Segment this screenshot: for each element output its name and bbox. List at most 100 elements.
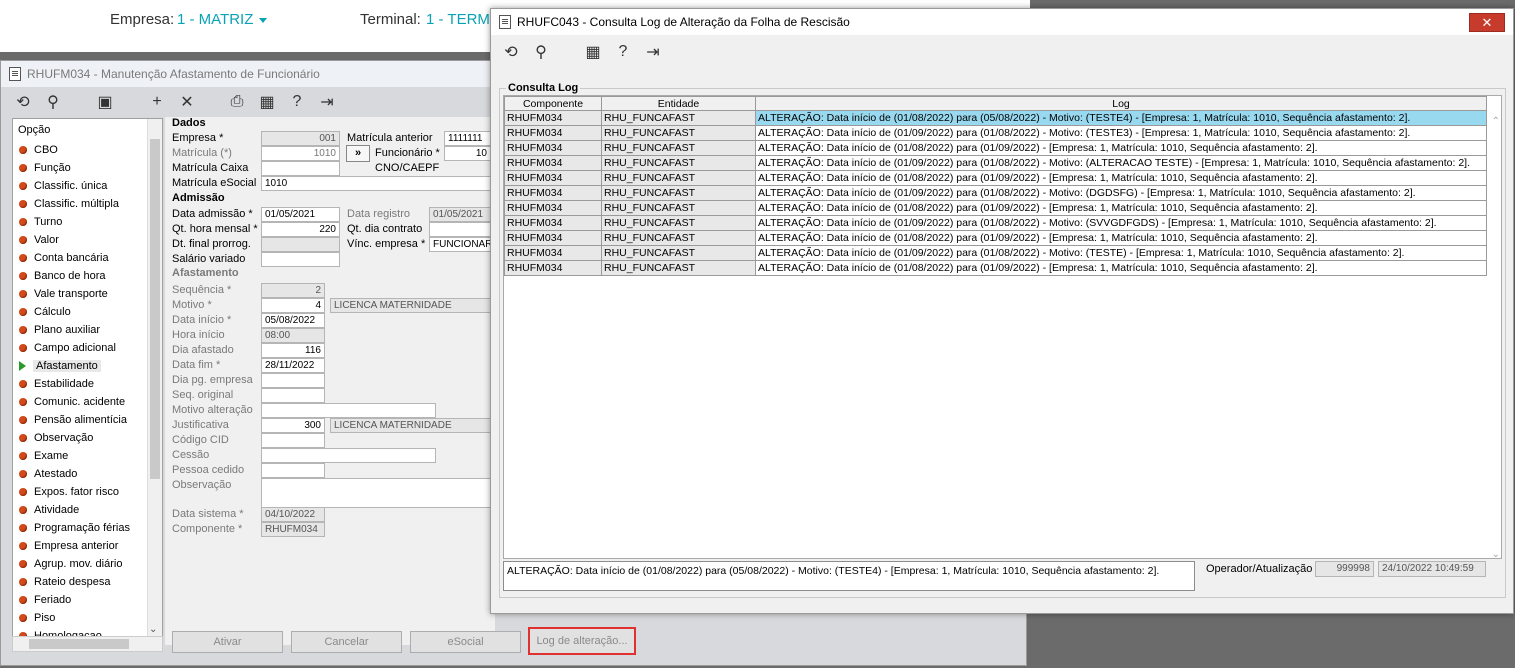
menu-item[interactable]: Classific. única	[13, 177, 162, 195]
add-icon[interactable]: +	[147, 93, 167, 111]
search-icon[interactable]: ⚲	[43, 92, 63, 112]
menu-item[interactable]: Turno	[13, 213, 162, 231]
table-row[interactable]: RHUFM034 RHU_FUNCAFAST ALTERAÇÃO: Data iní…	[504, 200, 1487, 216]
funcionario-field[interactable]: 10	[444, 146, 491, 161]
menu-scrollbar[interactable]: ⌄	[147, 119, 162, 637]
atualizacao-field[interactable]: 24/10/2022 10:49:59	[1378, 561, 1486, 577]
menu-item[interactable]: Afastamento	[13, 357, 162, 375]
menu-item[interactable]: Programação férias	[13, 519, 162, 537]
menu-item[interactable]: CBO	[13, 141, 162, 159]
vinc-field[interactable]: FUNCIONAR	[429, 237, 491, 252]
empresa-field[interactable]: 001	[261, 131, 340, 146]
matricula-field[interactable]: 1010	[261, 146, 340, 161]
refresh-icon[interactable]: ⟲	[13, 92, 33, 112]
help-icon[interactable]: ?	[613, 43, 633, 61]
calendar-icon[interactable]: ▦	[583, 42, 603, 62]
menu-item[interactable]: Função	[13, 159, 162, 177]
table-row[interactable]: RHUFM034 RHU_FUNCAFAST ALTERAÇÃO: Data iní…	[504, 215, 1487, 231]
menu-item[interactable]: Rateio despesa	[13, 573, 162, 591]
dia-pg-field[interactable]	[261, 373, 325, 388]
print-icon[interactable]: ⎙	[227, 93, 247, 111]
dia-afastado-field[interactable]: 116	[261, 343, 325, 358]
exit-icon[interactable]: ⇥	[317, 92, 337, 112]
menu-item[interactable]: Feriado	[13, 591, 162, 609]
esocial-button[interactable]: eSocial	[410, 631, 521, 653]
menu-item[interactable]: Vale transporte	[13, 285, 162, 303]
help-icon[interactable]: ?	[287, 93, 307, 111]
calendar-icon[interactable]: ▦	[257, 92, 277, 112]
componente-field[interactable]: RHUFM034	[261, 522, 325, 537]
table-row[interactable]: RHUFM034 RHU_FUNCAFAST ALTERAÇÃO: Data iní…	[504, 125, 1487, 141]
menu-item[interactable]: Exame	[13, 447, 162, 465]
motivo-field[interactable]: 4	[261, 298, 325, 313]
hora-inicio-field[interactable]: 08:00	[261, 328, 325, 343]
data-sistema-field[interactable]: 04/10/2022	[261, 507, 325, 522]
operador-field[interactable]: 999998	[1315, 561, 1374, 577]
table-row[interactable]: RHUFM034 RHU_FUNCAFAST ALTERAÇÃO: Data iní…	[504, 260, 1487, 276]
data-fim-field[interactable]: 28/11/2022	[261, 358, 325, 373]
menu-item[interactable]: Valor	[13, 231, 162, 249]
table-row[interactable]: RHUFM034 RHU_FUNCAFAST ALTERAÇÃO: Data iní…	[504, 185, 1487, 201]
menu-item[interactable]: Expos. fator risco	[13, 483, 162, 501]
data-admissao-field[interactable]: 01/05/2021	[261, 207, 340, 222]
qt-dia-field[interactable]	[429, 222, 491, 237]
column-header[interactable]: Entidade	[601, 96, 756, 111]
dt-final-field[interactable]	[261, 237, 340, 252]
justificativa-desc-field[interactable]: LICENCA MATERNIDADE	[330, 418, 491, 433]
matricula-caixa-field[interactable]	[261, 161, 340, 176]
salario-field[interactable]	[261, 252, 340, 267]
funcionario-lookup-button[interactable]: »	[346, 145, 370, 162]
save-icon[interactable]: ▣	[95, 92, 115, 112]
menu-item[interactable]: Estabilidade	[13, 375, 162, 393]
matricula-esocial-field[interactable]: 1010	[261, 176, 491, 191]
motivo-alt-field[interactable]	[261, 403, 436, 418]
sequencia-field[interactable]: 2	[261, 283, 325, 298]
table-row[interactable]: RHUFM034 RHU_FUNCAFAST ALTERAÇÃO: Data iní…	[504, 230, 1487, 246]
menu-item[interactable]: Cálculo	[13, 303, 162, 321]
justificativa-field[interactable]: 300	[261, 418, 325, 433]
scroll-down-icon[interactable]: ⌄	[149, 624, 157, 635]
menu-item[interactable]: Campo adicional	[13, 339, 162, 357]
table-row[interactable]: RHUFM034 RHU_FUNCAFAST ALTERAÇÃO: Data iní…	[504, 110, 1487, 126]
matricula-anterior-field[interactable]: 1111111	[444, 131, 491, 146]
exit-icon[interactable]: ⇥	[643, 42, 663, 62]
menu-hscroll-thumb[interactable]	[29, 639, 129, 649]
menu-hscrollbar[interactable]	[12, 636, 163, 652]
column-header[interactable]: Componente	[504, 96, 602, 111]
ativar-button[interactable]: Ativar	[172, 631, 283, 653]
refresh-icon[interactable]: ⟲	[501, 42, 521, 62]
close-button[interactable]: ✕	[1469, 13, 1505, 32]
menu-item[interactable]: Classific. múltipla	[13, 195, 162, 213]
menu-item[interactable]: Conta bancária	[13, 249, 162, 267]
table-row[interactable]: RHUFM034 RHU_FUNCAFAST ALTERAÇÃO: Data iní…	[504, 170, 1487, 186]
table-row[interactable]: RHUFM034 RHU_FUNCAFAST ALTERAÇÃO: Data iní…	[504, 245, 1487, 261]
data-inicio-field[interactable]: 05/08/2022	[261, 313, 325, 328]
menu-item[interactable]: Banco de hora	[13, 267, 162, 285]
menu-item[interactable]: Atividade	[13, 501, 162, 519]
close-x-icon[interactable]: ✕	[177, 92, 197, 112]
menu-item[interactable]: Empresa anterior	[13, 537, 162, 555]
menu-item[interactable]: Atestado	[13, 465, 162, 483]
menu-item[interactable]: Observação	[13, 429, 162, 447]
table-row[interactable]: RHUFM034 RHU_FUNCAFAST ALTERAÇÃO: Data iní…	[504, 140, 1487, 156]
motivo-desc-field[interactable]: LICENCA MATERNIDADE	[330, 298, 491, 313]
pessoa-cedido-field[interactable]	[261, 463, 325, 478]
log-detail-text[interactable]: ALTERAÇÃO: Data início de (01/08/2022) p…	[503, 561, 1195, 591]
search-icon[interactable]: ⚲	[531, 42, 551, 62]
menu-item[interactable]: Plano auxiliar	[13, 321, 162, 339]
terminal-selector[interactable]: 1 - TERM	[426, 11, 490, 28]
menu-item[interactable]: Pensão alimentícia	[13, 411, 162, 429]
menu-item[interactable]: Agrup. mov. diário	[13, 555, 162, 573]
chevron-down-icon[interactable]	[259, 18, 267, 23]
menu-scroll-thumb[interactable]	[150, 139, 160, 479]
qt-hora-field[interactable]: 220	[261, 222, 340, 237]
cancelar-button[interactable]: Cancelar	[291, 631, 402, 653]
table-row[interactable]: RHUFM034 RHU_FUNCAFAST ALTERAÇÃO: Data iní…	[504, 155, 1487, 171]
menu-item[interactable]: Comunic. acidente	[13, 393, 162, 411]
empresa-selector[interactable]: 1 - MATRIZ	[177, 11, 253, 28]
scroll-down-icon[interactable]: ⌄	[1492, 549, 1500, 558]
log-alteracao-button[interactable]: Log de alteração...	[528, 627, 636, 655]
seq-original-field[interactable]	[261, 388, 325, 403]
observacao-field[interactable]	[261, 478, 491, 508]
scroll-up-icon[interactable]: ⌃	[1492, 116, 1500, 127]
